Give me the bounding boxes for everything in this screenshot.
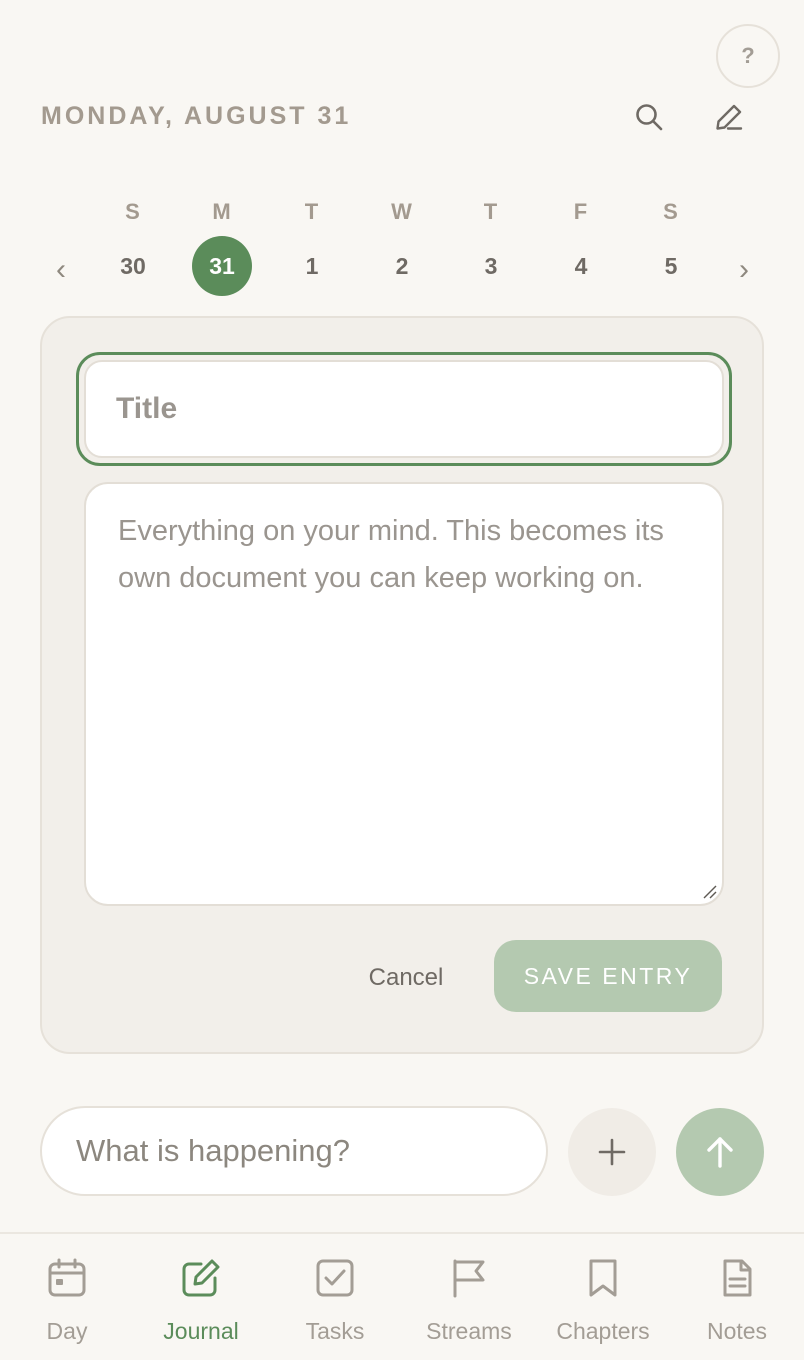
day-friday[interactable]: F 4	[551, 190, 611, 296]
help-label: ?	[741, 43, 755, 68]
tab-label: Streams	[426, 1318, 512, 1344]
next-week-button[interactable]: ›	[724, 250, 764, 290]
cancel-button[interactable]: Cancel	[350, 942, 462, 1014]
page-title: MONDAY, AUGUST 31	[41, 102, 352, 130]
title-input[interactable]	[84, 360, 724, 458]
day-letter: W	[391, 199, 413, 224]
tab-label: Notes	[706, 1318, 768, 1344]
entry-body-input[interactable]	[84, 482, 724, 906]
day-number: 4	[574, 253, 588, 279]
document-icon	[723, 1259, 752, 1297]
pencil-square-icon	[182, 1259, 220, 1297]
day-number-selected: 31	[192, 236, 252, 296]
tab-chapters[interactable]: Chapters	[536, 1256, 670, 1352]
checkbox-icon	[316, 1259, 354, 1297]
day-letter: T	[483, 199, 499, 224]
day-thursday[interactable]: T 3	[461, 190, 521, 296]
tab-tasks[interactable]: Tasks	[268, 1256, 402, 1352]
title-focus-ring	[76, 352, 732, 466]
save-entry-button[interactable]: SAVE ENTRY	[494, 940, 722, 1012]
pencil-icon	[716, 104, 743, 130]
tab-label: Tasks	[305, 1318, 365, 1344]
help-button[interactable]: ?	[716, 24, 780, 88]
quick-post-input[interactable]	[40, 1106, 548, 1196]
plus-icon	[598, 1138, 626, 1166]
search-button[interactable]	[625, 93, 673, 141]
tab-journal[interactable]: Journal	[134, 1256, 268, 1352]
bookmark-icon	[589, 1259, 617, 1297]
day-tuesday[interactable]: T 1	[282, 190, 342, 296]
day-monday[interactable]: M 31	[192, 190, 252, 296]
flag-icon	[453, 1259, 485, 1298]
day-letter: S	[125, 199, 141, 224]
day-number: 30	[120, 253, 146, 279]
bottom-tab-bar: Day Journal Tasks Streams Chapters Notes	[0, 1232, 804, 1360]
resize-handle-icon[interactable]	[702, 884, 718, 900]
day-letter: S	[663, 199, 679, 224]
new-entry-card: Cancel SAVE ENTRY	[40, 316, 764, 1054]
day-sunday[interactable]: S 30	[103, 190, 163, 296]
add-button[interactable]	[568, 1108, 656, 1196]
day-number: 5	[664, 253, 678, 279]
chevron-left-icon: ‹	[56, 253, 66, 286]
week-strip: ‹ S 30 M 31 T 1 W 2 T 3 F 4 S 5 ›	[0, 190, 804, 300]
tab-notes[interactable]: Notes	[670, 1256, 804, 1352]
new-entry-button[interactable]	[705, 93, 753, 141]
previous-week-button[interactable]: ‹	[41, 250, 81, 290]
day-letter: M	[212, 199, 232, 224]
day-number: 1	[305, 253, 319, 279]
chevron-right-icon: ›	[739, 253, 749, 286]
day-wednesday[interactable]: W 2	[372, 190, 432, 296]
search-icon	[636, 104, 663, 131]
tab-label: Chapters	[556, 1318, 650, 1344]
day-number: 2	[395, 253, 409, 279]
day-saturday[interactable]: S 5	[641, 190, 701, 296]
tab-day[interactable]: Day	[0, 1256, 134, 1352]
day-letter: T	[304, 199, 320, 224]
send-button[interactable]	[676, 1108, 764, 1196]
calendar-icon	[48, 1258, 86, 1297]
tab-streams[interactable]: Streams	[402, 1256, 536, 1352]
day-letter: F	[573, 199, 589, 224]
arrow-up-icon	[707, 1137, 733, 1168]
tab-label: Day	[46, 1318, 88, 1344]
day-number: 3	[484, 253, 498, 279]
tab-label: Journal	[163, 1318, 239, 1344]
